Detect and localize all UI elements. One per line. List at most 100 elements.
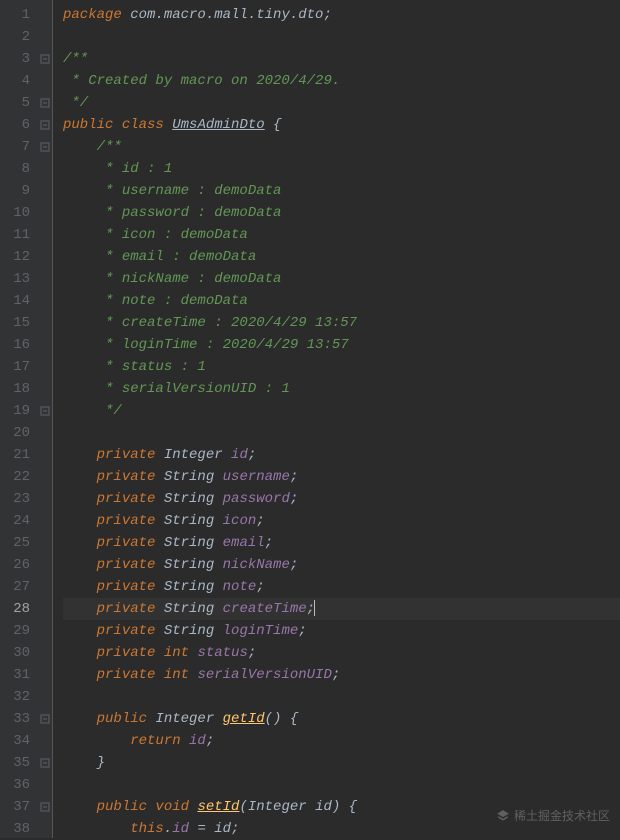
fold-spacer [38,510,52,532]
fold-spacer [38,356,52,378]
fold-open-icon[interactable] [38,136,52,158]
line-number[interactable]: 12 [4,246,30,268]
line-number[interactable]: 14 [4,290,30,312]
code-line[interactable]: * id : 1 [63,158,620,180]
fold-column[interactable] [38,0,52,838]
code-line[interactable]: * Created by macro on 2020/4/29. [63,70,620,92]
line-number[interactable]: 9 [4,180,30,202]
line-number[interactable]: 29 [4,620,30,642]
fold-open-icon[interactable] [38,796,52,818]
fold-spacer [38,466,52,488]
code-line[interactable]: * password : demoData [63,202,620,224]
code-line[interactable]: public class UmsAdminDto { [63,114,620,136]
code-line[interactable]: * email : demoData [63,246,620,268]
line-number[interactable]: 21 [4,444,30,466]
line-number[interactable]: 10 [4,202,30,224]
code-line[interactable]: * username : demoData [63,180,620,202]
code-line[interactable]: return id; [63,730,620,752]
fold-spacer [38,730,52,752]
line-number[interactable]: 34 [4,730,30,752]
line-number[interactable]: 27 [4,576,30,598]
fold-close-icon[interactable] [38,92,52,114]
line-number[interactable]: 31 [4,664,30,686]
code-line[interactable] [63,422,620,444]
code-line[interactable]: private String username; [63,466,620,488]
code-line[interactable]: private String icon; [63,510,620,532]
line-number[interactable]: 25 [4,532,30,554]
line-number[interactable]: 37 [4,796,30,818]
line-number[interactable]: 22 [4,466,30,488]
line-number[interactable]: 24 [4,510,30,532]
line-number[interactable]: 13 [4,268,30,290]
line-number[interactable]: 5 [4,92,30,114]
code-line[interactable]: /** [63,136,620,158]
fold-open-icon[interactable] [38,114,52,136]
code-line[interactable]: * loginTime : 2020/4/29 13:57 [63,334,620,356]
line-number[interactable]: 33 [4,708,30,730]
code-line[interactable] [63,774,620,796]
line-number[interactable]: 35 [4,752,30,774]
line-number[interactable]: 2 [4,26,30,48]
code-line[interactable]: private String email; [63,532,620,554]
line-number[interactable]: 1 [4,4,30,26]
line-number[interactable]: 18 [4,378,30,400]
fold-open-icon[interactable] [38,48,52,70]
line-number[interactable]: 3 [4,48,30,70]
fold-spacer [38,488,52,510]
code-line[interactable]: public Integer getId() { [63,708,620,730]
line-number[interactable]: 30 [4,642,30,664]
line-number[interactable]: 20 [4,422,30,444]
code-line[interactable]: private Integer id; [63,444,620,466]
code-line[interactable]: package com.macro.mall.tiny.dto; [63,4,620,26]
line-number[interactable]: 38 [4,818,30,840]
fold-spacer [38,576,52,598]
line-number[interactable]: 23 [4,488,30,510]
code-line[interactable]: private String createTime; [63,598,620,620]
code-line[interactable]: /** [63,48,620,70]
code-line[interactable]: private String note; [63,576,620,598]
fold-close-icon[interactable] [38,400,52,422]
line-number[interactable]: 15 [4,312,30,334]
fold-spacer [38,224,52,246]
fold-spacer [38,686,52,708]
line-number[interactable]: 32 [4,686,30,708]
line-number[interactable]: 17 [4,356,30,378]
fold-spacer [38,422,52,444]
code-line[interactable]: * icon : demoData [63,224,620,246]
code-editor[interactable]: 1234567891011121314151617181920212223242… [0,0,620,838]
code-line[interactable]: * createTime : 2020/4/29 13:57 [63,312,620,334]
line-number[interactable]: 36 [4,774,30,796]
line-number[interactable]: 28 [4,598,30,620]
line-number[interactable]: 16 [4,334,30,356]
code-line[interactable]: private String password; [63,488,620,510]
fold-open-icon[interactable] [38,708,52,730]
fold-spacer [38,774,52,796]
code-line[interactable]: * note : demoData [63,290,620,312]
code-line[interactable]: private String loginTime; [63,620,620,642]
line-number[interactable]: 11 [4,224,30,246]
fold-close-icon[interactable] [38,752,52,774]
fold-spacer [38,642,52,664]
line-number[interactable]: 19 [4,400,30,422]
code-line[interactable]: */ [63,92,620,114]
line-number[interactable]: 4 [4,70,30,92]
line-number[interactable]: 6 [4,114,30,136]
fold-spacer [38,532,52,554]
code-line[interactable]: * nickName : demoData [63,268,620,290]
code-line[interactable]: * status : 1 [63,356,620,378]
line-number[interactable]: 8 [4,158,30,180]
code-area[interactable]: package com.macro.mall.tiny.dto; /** * Cr… [53,0,620,838]
code-line[interactable]: private int serialVersionUID; [63,664,620,686]
line-number[interactable]: 7 [4,136,30,158]
code-line[interactable] [63,26,620,48]
fold-spacer [38,158,52,180]
fold-spacer [38,268,52,290]
code-line[interactable]: */ [63,400,620,422]
line-number-gutter[interactable]: 1234567891011121314151617181920212223242… [0,0,38,838]
code-line[interactable]: } [63,752,620,774]
code-line[interactable] [63,686,620,708]
code-line[interactable]: private String nickName; [63,554,620,576]
code-line[interactable]: private int status; [63,642,620,664]
code-line[interactable]: * serialVersionUID : 1 [63,378,620,400]
line-number[interactable]: 26 [4,554,30,576]
